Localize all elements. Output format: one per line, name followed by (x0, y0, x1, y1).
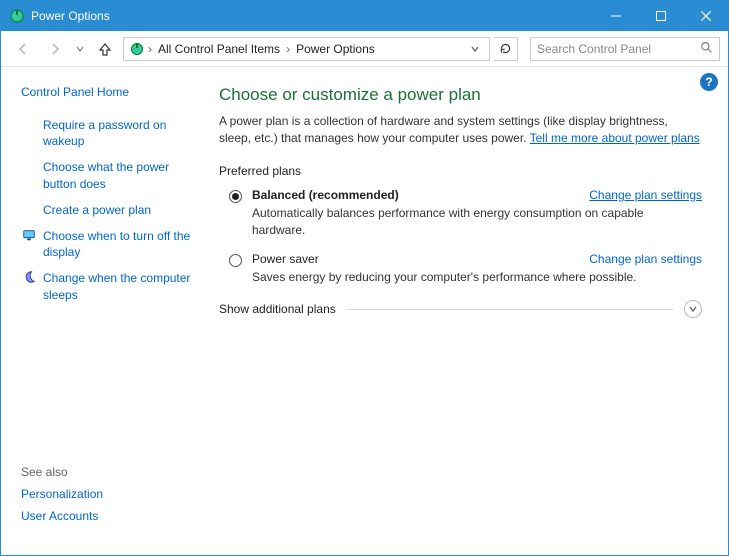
plan-radio[interactable] (229, 190, 242, 203)
sidebar-link-label: Create a power plan (43, 202, 151, 218)
divider (346, 309, 674, 310)
expand-icon[interactable] (684, 300, 702, 318)
minimize-button[interactable] (593, 1, 638, 31)
plan-description: Automatically balances performance with … (252, 205, 682, 239)
chevron-right-icon: › (146, 42, 154, 56)
change-plan-settings-link[interactable]: Change plan settings (589, 188, 702, 202)
sidebar: Control Panel Home Require a password on… (1, 67, 209, 555)
breadcrumb-item[interactable]: All Control Panel Items (154, 42, 284, 56)
maximize-button[interactable] (638, 1, 683, 31)
control-panel-icon (128, 40, 146, 58)
see-also-link[interactable]: User Accounts (21, 509, 197, 523)
show-additional-label: Show additional plans (219, 302, 336, 316)
sidebar-link-label: Choose when to turn off the display (43, 228, 197, 260)
page-title: Choose or customize a power plan (219, 85, 702, 105)
see-also-header: See also (21, 465, 197, 479)
window-title: Power Options (31, 9, 110, 23)
sidebar-link[interactable]: Choose when to turn off the display (21, 228, 197, 260)
main-content: ? Choose or customize a power plan A pow… (209, 67, 728, 555)
change-plan-settings-link[interactable]: Change plan settings (589, 252, 702, 266)
plan-name[interactable]: Balanced (recommended) (252, 188, 399, 202)
search-icon (700, 41, 713, 57)
sidebar-link-label: Choose what the power button does (43, 159, 197, 191)
toolbar: › All Control Panel Items › Power Option… (1, 31, 728, 67)
sidebar-link[interactable]: Create a power plan (21, 202, 197, 218)
app-icon (9, 8, 25, 24)
sidebar-link[interactable]: Change when the computer sleeps (21, 270, 197, 302)
plan-name[interactable]: Power saver (252, 252, 319, 266)
plan-radio[interactable] (229, 254, 242, 267)
address-dropdown[interactable] (465, 42, 485, 56)
forward-button[interactable] (41, 35, 69, 63)
refresh-button[interactable] (494, 37, 518, 61)
power-plan-row: Balanced (recommended) Change plan setti… (229, 188, 702, 239)
breadcrumb-item[interactable]: Power Options (292, 42, 379, 56)
intro-text: A power plan is a collection of hardware… (219, 113, 702, 148)
see-also-link[interactable]: Personalization (21, 487, 197, 501)
titlebar: Power Options (1, 1, 728, 31)
see-also-section: See also Personalization User Accounts (21, 465, 197, 543)
preferred-plans-label: Preferred plans (219, 164, 702, 178)
plan-description: Saves energy by reducing your computer's… (252, 269, 682, 286)
chevron-right-icon: › (284, 42, 292, 56)
moon-icon (21, 270, 37, 284)
control-panel-home-link[interactable]: Control Panel Home (21, 85, 197, 99)
back-button[interactable] (9, 35, 37, 63)
search-placeholder: Search Control Panel (537, 42, 651, 56)
show-additional-plans[interactable]: Show additional plans (219, 300, 702, 318)
sidebar-link[interactable]: Choose what the power button does (21, 159, 197, 191)
monitor-icon (21, 228, 37, 242)
close-button[interactable] (683, 1, 728, 31)
up-button[interactable] (91, 35, 119, 63)
help-icon[interactable]: ? (700, 73, 718, 91)
sidebar-link-label: Change when the computer sleeps (43, 270, 197, 302)
recent-dropdown[interactable] (73, 35, 87, 63)
search-input[interactable]: Search Control Panel (530, 37, 720, 61)
sidebar-link-label: Require a password on wakeup (43, 117, 197, 149)
address-bar[interactable]: › All Control Panel Items › Power Option… (123, 37, 490, 61)
sidebar-link[interactable]: Require a password on wakeup (21, 117, 197, 149)
power-plan-row: Power saver Change plan settings Saves e… (229, 252, 702, 286)
learn-more-link[interactable]: Tell me more about power plans (530, 131, 700, 145)
